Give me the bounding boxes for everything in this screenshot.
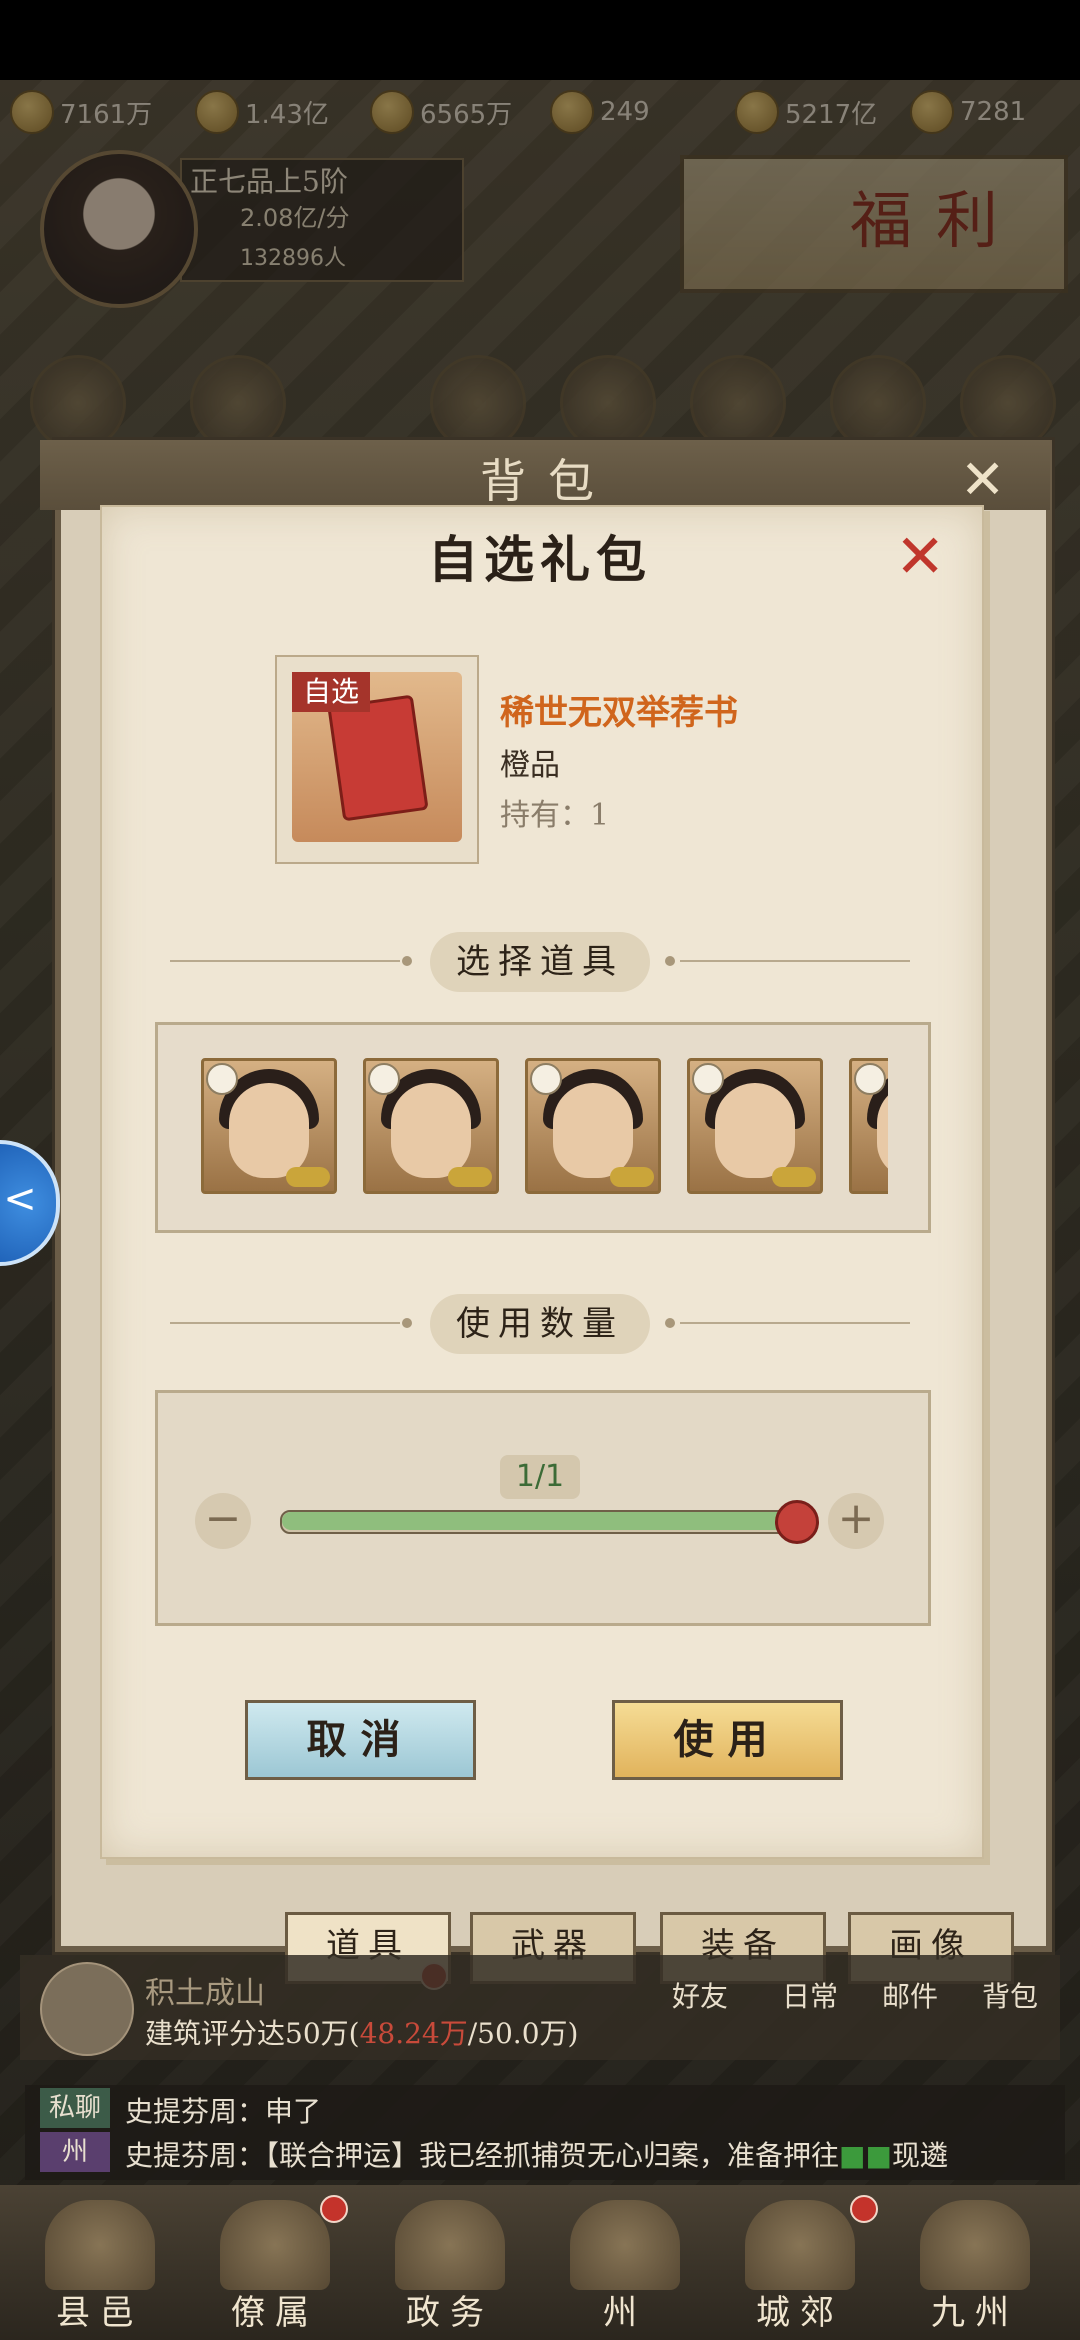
star-icon: [610, 1167, 654, 1187]
nav-state[interactable]: 州: [560, 2285, 690, 2334]
bag-close-button[interactable]: ✕: [960, 448, 1005, 511]
building-goal-title: 积土成山: [145, 1976, 265, 2011]
scroll-icon: [327, 694, 429, 822]
bag-title: 背包: [480, 454, 616, 508]
nav-county[interactable]: 县邑: [35, 2285, 165, 2334]
divider: [680, 960, 910, 962]
hero-card[interactable]: [849, 1058, 888, 1194]
nav-suburb[interactable]: 城郊: [735, 2285, 865, 2334]
channel-private: 私聊: [40, 2088, 110, 2128]
item-owned: 持有：1: [500, 798, 610, 833]
suburb-icon: [745, 2200, 855, 2290]
mail-button[interactable]: 邮件: [870, 1975, 950, 2015]
divider-dot: [402, 956, 412, 966]
hero-card[interactable]: [525, 1058, 661, 1194]
cancel-button[interactable]: 取消: [245, 1700, 476, 1780]
notification-dot: [850, 2195, 878, 2223]
bag-button[interactable]: 背包: [970, 1975, 1050, 2015]
building-goal-desc: 建筑评分达50万(48.24万/50.0万): [145, 2017, 579, 2050]
hero-list[interactable]: [158, 1025, 888, 1225]
hero-type-icon: [206, 1063, 238, 1095]
quantity-slider-fill: [282, 1512, 798, 1530]
hero-card[interactable]: [687, 1058, 823, 1194]
hero-type-icon: [368, 1063, 400, 1095]
use-button[interactable]: 使用: [612, 1700, 843, 1780]
section-select-items: 选择道具: [430, 932, 650, 992]
chat-message: 史提芬周：【联合押运】我已经抓捕贺无心归案，准备押往■■现遴: [125, 2139, 948, 2172]
chevron-left-icon: <: [3, 1176, 37, 1222]
selectable-tag: 自选: [292, 672, 370, 712]
divider-dot: [665, 956, 675, 966]
dialog-close-button[interactable]: ✕: [895, 522, 945, 592]
county-icon: [45, 2200, 155, 2290]
hero-card[interactable]: [363, 1058, 499, 1194]
affairs-icon: [395, 2200, 505, 2290]
friends-button[interactable]: 好友: [660, 1975, 740, 2015]
quantity-slider-handle[interactable]: [775, 1500, 819, 1544]
hero-type-icon: [530, 1063, 562, 1095]
divider: [170, 1322, 400, 1324]
divider: [680, 1322, 910, 1324]
star-icon: [286, 1167, 330, 1187]
daily-button[interactable]: 日常: [770, 1975, 850, 2015]
hero-type-icon: [692, 1063, 724, 1095]
divider-dot: [665, 1318, 675, 1328]
notification-dot: [320, 2195, 348, 2223]
nav-nine-states[interactable]: 九州: [910, 2285, 1040, 2334]
hero-type-icon: [854, 1063, 886, 1095]
section-use-quantity: 使用数量: [430, 1294, 650, 1354]
hero-card[interactable]: [201, 1058, 337, 1194]
nine-states-icon: [920, 2200, 1030, 2290]
star-icon: [772, 1167, 816, 1187]
quantity-value: 1/1: [500, 1455, 580, 1499]
star-icon: [448, 1167, 492, 1187]
building-goal-icon: [40, 1962, 134, 2056]
nav-affairs[interactable]: 政务: [385, 2285, 515, 2334]
minus-button[interactable]: −: [195, 1493, 251, 1549]
divider-dot: [402, 1318, 412, 1328]
plus-button[interactable]: +: [828, 1493, 884, 1549]
state-icon: [570, 2200, 680, 2290]
nav-staff[interactable]: 僚属: [210, 2285, 340, 2334]
item-name: 稀世无双举荐书: [500, 693, 738, 733]
item-grade: 橙品: [500, 748, 560, 783]
staff-icon: [220, 2200, 330, 2290]
chat-message: 史提芬周：申了: [125, 2095, 322, 2128]
divider: [170, 960, 400, 962]
channel-state: 州: [40, 2132, 110, 2172]
